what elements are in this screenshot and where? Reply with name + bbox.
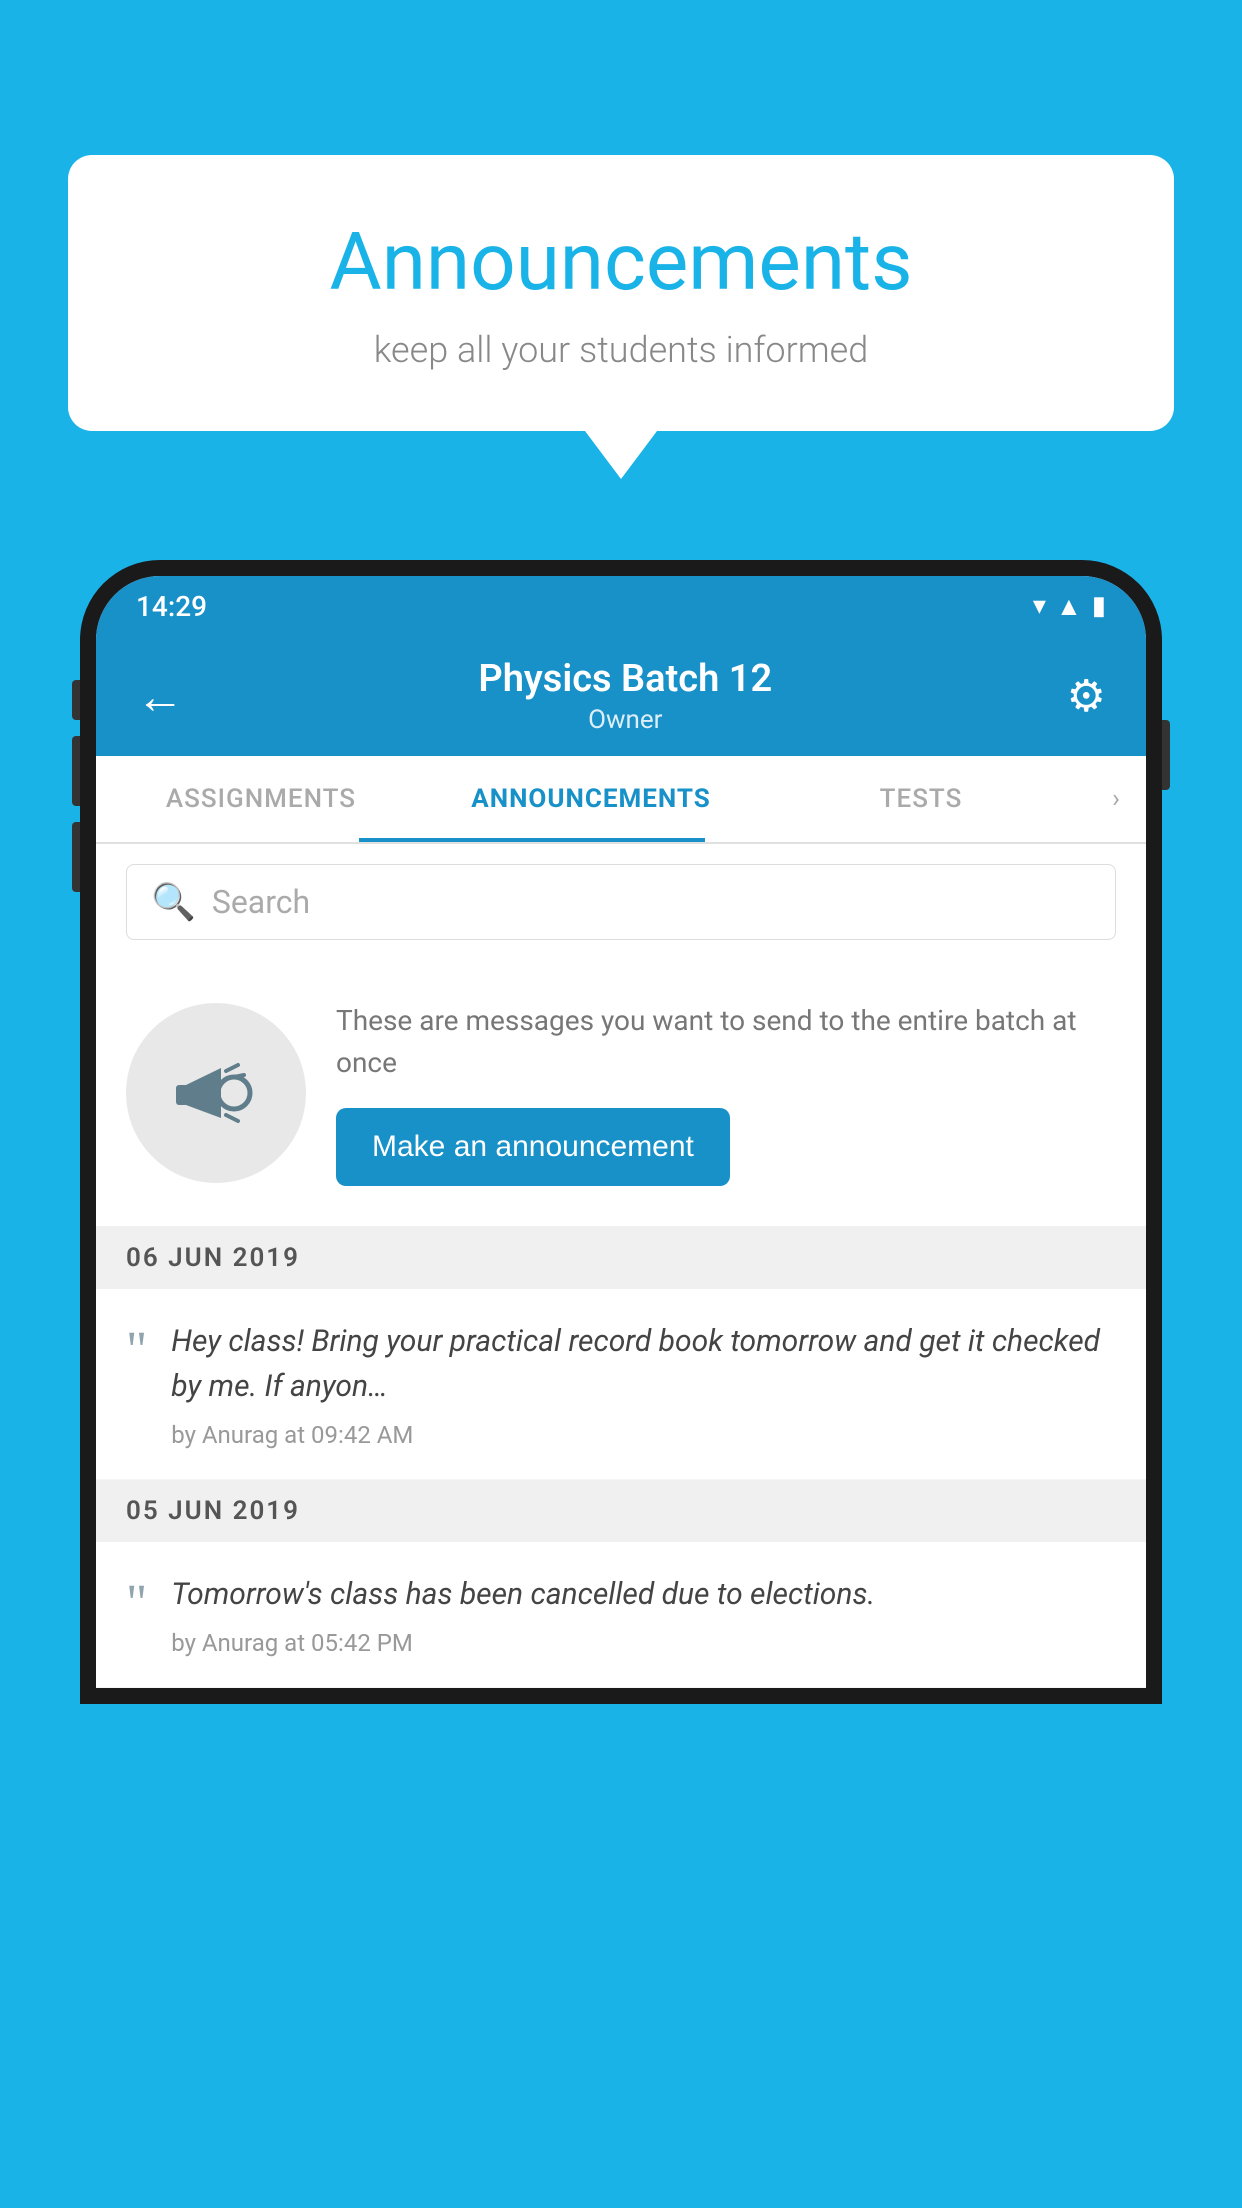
phone-side-buttons-left [72, 680, 80, 892]
announcement-text-2: Tomorrow's class has been cancelled due … [171, 1572, 1116, 1617]
battery-icon: ▮ [1092, 591, 1106, 621]
volume-up-button [72, 736, 80, 806]
speech-bubble-title: Announcements [148, 215, 1094, 309]
tab-announcements[interactable]: ANNOUNCEMENTS [426, 756, 756, 842]
speech-bubble-section: Announcements keep all your students inf… [68, 155, 1174, 479]
status-icons: ▾ ▲ ▮ [1033, 591, 1106, 622]
header-subtitle: Owner [184, 705, 1067, 735]
tabs-container: ASSIGNMENTS ANNOUNCEMENTS TESTS › [96, 756, 1146, 844]
tab-more[interactable]: › [1086, 756, 1146, 842]
tab-tests[interactable]: TESTS [756, 756, 1086, 842]
phone-outer: 14:29 ▾ ▲ ▮ ← Physics Batch 12 Owner ⚙ [80, 560, 1162, 1704]
power-button [72, 680, 80, 720]
search-input[interactable]: Search [212, 883, 310, 921]
announcement-item-2: " Tomorrow's class has been cancelled du… [96, 1542, 1146, 1688]
announcement-meta-1: by Anurag at 09:42 AM [171, 1421, 1116, 1449]
header-title: Physics Batch 12 [184, 657, 1067, 701]
wifi-icon: ▾ [1033, 591, 1046, 621]
search-icon: 🔍 [151, 881, 196, 923]
phone-wrapper: 14:29 ▾ ▲ ▮ ← Physics Batch 12 Owner ⚙ [80, 560, 1162, 2208]
announcement-prompt-section: These are messages you want to send to t… [96, 960, 1146, 1227]
phone-side-buttons-right [1162, 720, 1170, 790]
search-bar[interactable]: 🔍 Search [126, 864, 1116, 940]
app-header: ← Physics Batch 12 Owner ⚙ [96, 636, 1146, 756]
status-bar: 14:29 ▾ ▲ ▮ [96, 576, 1146, 636]
speech-bubble-subtitle: keep all your students informed [148, 329, 1094, 371]
announcement-content-1: Hey class! Bring your practical record b… [171, 1319, 1116, 1449]
volume-down-button [72, 822, 80, 892]
back-button[interactable]: ← [136, 668, 184, 725]
quote-icon-1: " [126, 1325, 147, 1377]
date-header-2: 05 JUN 2019 [96, 1480, 1146, 1542]
announcement-item-1: " Hey class! Bring your practical record… [96, 1289, 1146, 1480]
settings-icon[interactable]: ⚙ [1067, 670, 1106, 722]
speech-bubble-card: Announcements keep all your students inf… [68, 155, 1174, 431]
phone-screen: 14:29 ▾ ▲ ▮ ← Physics Batch 12 Owner ⚙ [96, 576, 1146, 1688]
megaphone-icon [166, 1043, 266, 1143]
tab-active-indicator [359, 838, 706, 842]
header-center: Physics Batch 12 Owner [184, 657, 1067, 735]
signal-icon: ▲ [1056, 591, 1082, 622]
speech-bubble-tail [585, 431, 657, 479]
side-button-right [1162, 720, 1170, 790]
make-announcement-button[interactable]: Make an announcement [336, 1108, 730, 1186]
tab-assignments[interactable]: ASSIGNMENTS [96, 756, 426, 842]
announcement-text-1: Hey class! Bring your practical record b… [171, 1319, 1116, 1409]
search-container: 🔍 Search [96, 844, 1146, 960]
announce-right: These are messages you want to send to t… [336, 1000, 1116, 1186]
announce-description: These are messages you want to send to t… [336, 1000, 1116, 1084]
announcement-meta-2: by Anurag at 05:42 PM [171, 1629, 1116, 1657]
announcement-content-2: Tomorrow's class has been cancelled due … [171, 1572, 1116, 1657]
announce-avatar [126, 1003, 306, 1183]
status-time: 14:29 [136, 590, 207, 623]
date-header-1: 06 JUN 2019 [96, 1227, 1146, 1289]
quote-icon-2: " [126, 1578, 147, 1630]
